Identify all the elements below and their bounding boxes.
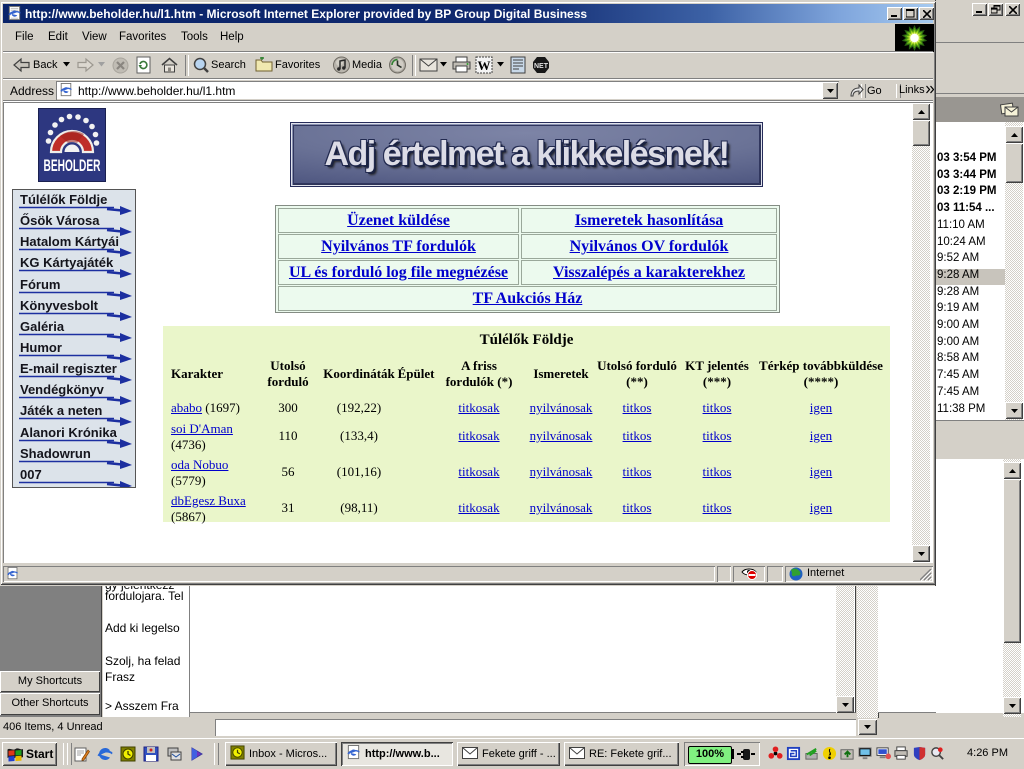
svg-text:BEHOLDER: BEHOLDER — [44, 157, 101, 175]
svg-text:NET: NET — [534, 63, 549, 70]
svg-text:W: W — [478, 58, 491, 73]
